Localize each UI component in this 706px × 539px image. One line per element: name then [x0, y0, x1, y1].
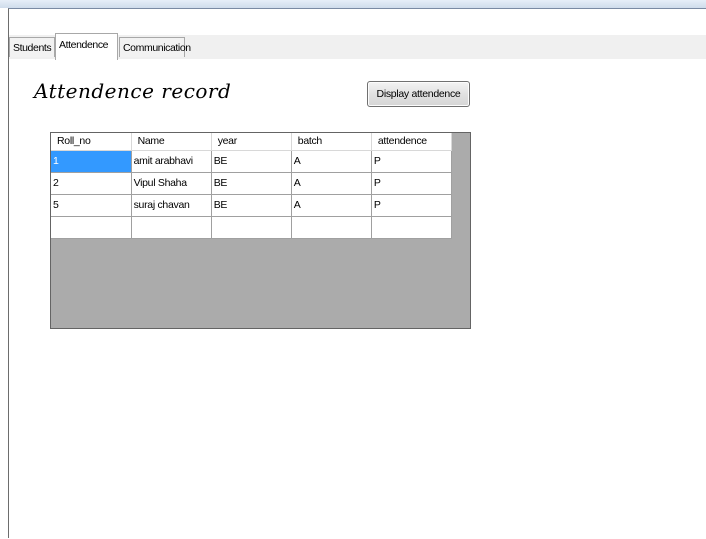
table-row[interactable]: 2 Vipul Shaha BE A P [51, 172, 453, 195]
page-title: Attendence record [34, 79, 232, 103]
tab-students[interactable]: Students [9, 37, 55, 57]
cell-year[interactable]: BE [211, 150, 292, 173]
cell-roll-no[interactable]: 2 [51, 172, 132, 195]
cell-name[interactable]: Vipul Shaha [131, 172, 212, 195]
cell-roll-no[interactable]: 5 [51, 194, 132, 217]
column-header-year[interactable]: year [211, 133, 292, 151]
attendence-tab-panel: Attendence record Display attendence Rol… [9, 59, 706, 539]
cell-batch[interactable]: A [291, 194, 372, 217]
display-attendence-button[interactable]: Display attendence [367, 81, 470, 107]
attendence-data-grid[interactable]: Roll_no Name year batch attendence 1 amit… [50, 132, 471, 329]
app-window: Students Attendence Communication Attend… [8, 8, 706, 539]
cell-attendence[interactable]: P [371, 172, 453, 195]
cell-name[interactable] [131, 216, 212, 239]
cell-batch[interactable]: A [291, 172, 372, 195]
attendence-table: Roll_no Name year batch attendence 1 amit… [51, 133, 453, 239]
table-row[interactable]: 1 amit arabhavi BE A P [51, 150, 453, 173]
cell-roll-no[interactable] [51, 216, 132, 239]
cell-name[interactable]: suraj chavan [131, 194, 212, 217]
cell-year[interactable] [211, 216, 292, 239]
window-title-strip [0, 0, 706, 8]
cell-attendence[interactable]: P [371, 150, 453, 173]
column-header-attendence[interactable]: attendence [371, 133, 453, 151]
table-header-row: Roll_no Name year batch attendence [51, 133, 453, 151]
cell-roll-no[interactable]: 1 [51, 150, 132, 173]
cell-year[interactable]: BE [211, 194, 292, 217]
cell-attendence[interactable] [371, 216, 453, 239]
cell-batch[interactable] [291, 216, 372, 239]
tab-communication[interactable]: Communication [119, 37, 191, 57]
column-header-name[interactable]: Name [131, 133, 212, 151]
cell-batch[interactable]: A [291, 150, 372, 173]
tab-attendence[interactable]: Attendence [55, 33, 118, 60]
column-header-roll-no[interactable]: Roll_no [51, 133, 132, 151]
new-row[interactable] [51, 216, 453, 239]
table-row[interactable]: 5 suraj chavan BE A P [51, 194, 453, 217]
cell-attendence[interactable]: P [371, 194, 453, 217]
cell-name[interactable]: amit arabhavi [131, 150, 212, 173]
cell-year[interactable]: BE [211, 172, 292, 195]
column-header-batch[interactable]: batch [291, 133, 372, 151]
